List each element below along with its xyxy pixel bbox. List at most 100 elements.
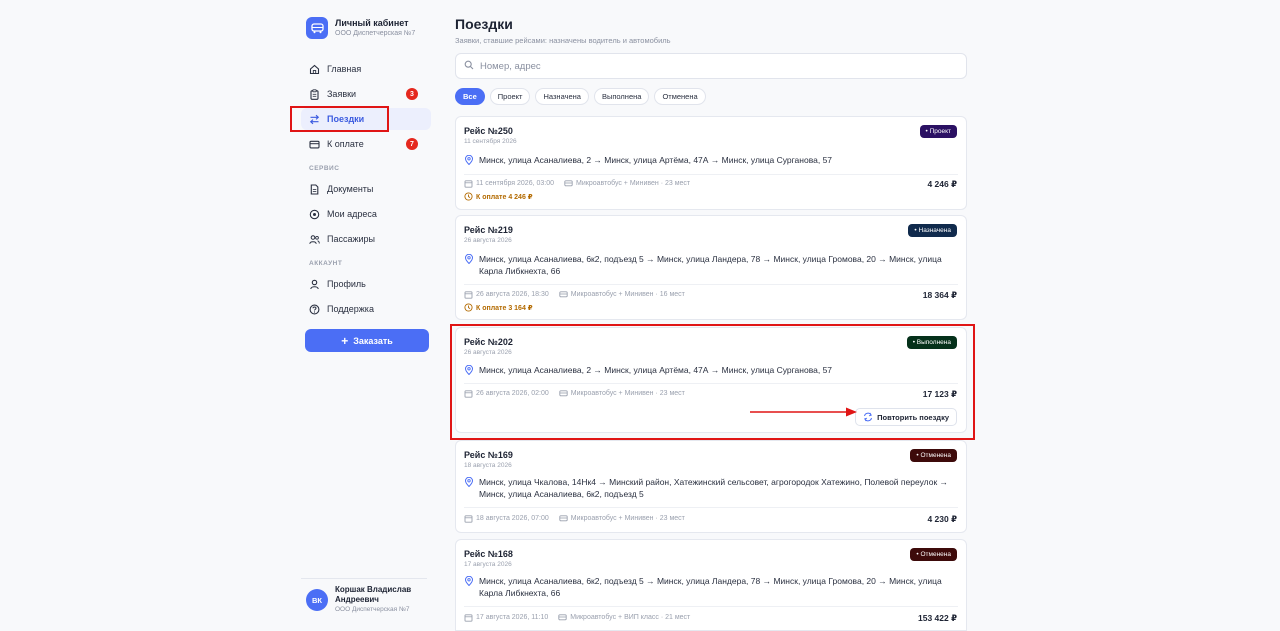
filter-project[interactable]: Проект xyxy=(489,88,531,105)
trip-datetime: 17 августа 2026, 11:10 xyxy=(476,614,549,621)
nav-item-passengers[interactable]: Пассажиры xyxy=(301,228,431,250)
trip-price: 4 230 ₽ xyxy=(927,514,957,524)
search-box[interactable] xyxy=(455,53,967,79)
trip-meta: 26 августа 2026, 18:30 Микроавтобус + Ми… xyxy=(464,290,685,299)
trip-card-250[interactable]: Рейс №250 11 сентября 2026 • Проект Минс… xyxy=(455,116,967,210)
document-icon xyxy=(309,183,320,195)
sidebar: Личный кабинет ООО Диспетчерская №7 Глав… xyxy=(293,0,435,631)
pin-icon xyxy=(464,477,474,487)
nav-item-requests[interactable]: Заявки 3 xyxy=(301,83,431,105)
pay-due-text: К оплате 4 246 ₽ xyxy=(476,193,533,201)
pay-due-text: К оплате 3 164 ₽ xyxy=(476,304,533,312)
calendar-icon xyxy=(464,180,473,188)
trip-price: 18 364 ₽ xyxy=(922,290,957,300)
user-icon xyxy=(309,279,320,290)
route-text: Минск, улица Асаналиева, 2 → Минск, улиц… xyxy=(479,155,833,165)
trip-vehicle: Микроавтобус + ВИП класс · 21 мест xyxy=(570,614,691,621)
page-subtitle: Заявки, ставшие рейсами: назначены водит… xyxy=(455,36,671,45)
trip-date: 11 сентября 2026 xyxy=(464,138,517,145)
order-button[interactable]: + Заказать xyxy=(305,329,429,352)
requests-count-badge: 3 xyxy=(406,88,418,100)
bus-icon xyxy=(559,515,568,522)
highlight-box-trip-202 xyxy=(450,324,975,440)
order-button-label: Заказать xyxy=(353,335,393,346)
filter-all[interactable]: Все xyxy=(455,88,485,105)
bus-icon xyxy=(559,291,568,298)
nav-label: Поддержка xyxy=(327,304,374,314)
trip-price: 4 246 ₽ xyxy=(927,179,957,189)
bus-logo-icon xyxy=(306,17,328,39)
avatar: ВК xyxy=(306,589,328,611)
trip-route: Минск, улица Чкалова, 14Нк4 → Минский ра… xyxy=(464,476,959,500)
trip-price: 153 422 ₽ xyxy=(917,613,957,623)
trip-card-169[interactable]: Рейс №169 18 августа 2026 • Отменена Мин… xyxy=(455,440,967,533)
calendar-icon xyxy=(464,614,473,622)
filter-assigned[interactable]: Назначена xyxy=(535,88,589,105)
status-badge: • Проект xyxy=(919,125,957,138)
trip-route: Минск, улица Асаналиева, 6к2, подъезд 5 … xyxy=(464,253,959,277)
trip-card-168[interactable]: Рейс №168 17 августа 2026 • Отменена Мин… xyxy=(455,539,967,631)
trip-route: Минск, улица Асаналиева, 2 → Минск, улиц… xyxy=(464,154,959,166)
brand: Личный кабинет ООО Диспетчерская №7 xyxy=(306,17,415,39)
clipboard-icon xyxy=(309,88,320,100)
trip-title: Рейс №168 xyxy=(464,549,513,559)
status-badge: • Отменена xyxy=(910,548,957,561)
card-icon xyxy=(309,139,320,150)
status-badge: • Назначена xyxy=(908,224,957,237)
users-icon xyxy=(309,234,320,245)
nav-item-documents[interactable]: Документы xyxy=(301,178,431,200)
trip-date: 26 августа 2026 xyxy=(464,237,512,244)
trip-vehicle: Микроавтобус + Минивен · 16 мест xyxy=(570,291,685,298)
nav-label: Мои адреса xyxy=(327,209,377,219)
nav-label: К оплате xyxy=(327,139,364,149)
location-icon xyxy=(309,209,320,220)
section-label-account: АККАУНТ xyxy=(309,260,343,267)
route-text: Минск, улица Асаналиева, 6к2, подъезд 5 … xyxy=(479,576,942,598)
route-text: Минск, улица Асаналиева, 6к2, подъезд 5 … xyxy=(479,254,942,276)
trip-card-219[interactable]: Рейс №219 26 августа 2026 • Назначена Ми… xyxy=(455,215,967,320)
trip-pay-due: К оплате 3 164 ₽ xyxy=(464,303,533,312)
section-label-service: СЕРВИС xyxy=(309,165,340,172)
nav-label: Главная xyxy=(327,64,362,74)
bus-icon xyxy=(564,180,573,187)
trip-vehicle: Микроавтобус + Минивен · 23 мест xyxy=(576,180,691,187)
divider xyxy=(464,174,958,175)
clock-icon xyxy=(464,303,473,312)
search-icon xyxy=(464,60,474,72)
nav-item-support[interactable]: Поддержка xyxy=(301,298,431,320)
bus-icon xyxy=(558,614,567,621)
trip-title: Рейс №169 xyxy=(464,450,513,460)
user-profile[interactable]: ВК Коршак Владислав Андреевич ООО Диспет… xyxy=(306,585,427,615)
trip-date: 18 августа 2026 xyxy=(464,462,512,469)
filter-cancelled[interactable]: Отменена xyxy=(654,88,706,105)
trip-datetime: 11 сентября 2026, 03:00 xyxy=(476,180,555,187)
pin-icon xyxy=(464,155,474,165)
brand-subtitle: ООО Диспетчерская №7 xyxy=(335,29,416,37)
nav-item-profile[interactable]: Профиль xyxy=(301,273,431,295)
filter-done[interactable]: Выполнена xyxy=(593,88,650,105)
plus-icon: + xyxy=(341,333,349,348)
trip-title: Рейс №250 xyxy=(464,126,513,136)
trip-meta: 11 сентября 2026, 03:00 Микроавтобус + М… xyxy=(464,179,690,188)
divider xyxy=(464,507,958,508)
status-badge: • Отменена xyxy=(910,449,957,462)
red-arrow-annotation xyxy=(750,407,857,417)
pin-icon xyxy=(464,254,474,264)
user-name: Коршак Владислав Андреевич xyxy=(335,585,412,604)
trip-meta: 18 августа 2026, 07:00 Микроавтобус + Ми… xyxy=(464,514,685,523)
nav-item-home[interactable]: Главная xyxy=(301,58,431,80)
trip-meta: 17 августа 2026, 11:10 Микроавтобус + ВИ… xyxy=(464,613,690,622)
page-title: Поездки xyxy=(455,16,513,32)
clock-icon xyxy=(464,192,473,201)
brand-title: Личный кабинет xyxy=(335,17,409,28)
trip-datetime: 18 августа 2026, 07:00 xyxy=(476,515,549,522)
calendar-icon xyxy=(464,291,473,299)
nav-label: Пассажиры xyxy=(327,234,376,244)
nav-item-addresses[interactable]: Мои адреса xyxy=(301,203,431,225)
search-input[interactable] xyxy=(480,60,960,72)
filter-chips: Все Проект Назначена Выполнена Отменена xyxy=(455,88,706,105)
calendar-icon xyxy=(464,515,473,523)
user-org: ООО Диспетчерская №7 xyxy=(335,606,410,613)
nav-item-payment[interactable]: К оплате 7 xyxy=(301,133,431,155)
trip-date: 17 августа 2026 xyxy=(464,561,512,568)
